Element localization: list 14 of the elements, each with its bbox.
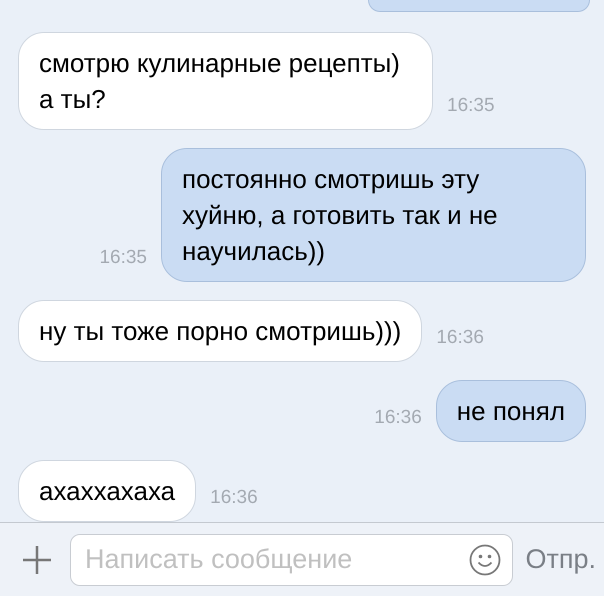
message-input[interactable]: Написать сообщение	[70, 534, 514, 586]
message-bubble: смотрю кулинарные рецепты) а ты?	[18, 32, 433, 130]
send-button[interactable]: Отпр.	[525, 539, 596, 580]
message-bubble: постоянно смотришь эту хуйню, а готовить так и не научилась))	[161, 148, 586, 282]
message-time: 16:35	[99, 246, 147, 270]
message-time: 16:36	[210, 486, 258, 510]
message-time: 16:36	[374, 406, 422, 430]
message-bubble: ахаххахаха	[18, 460, 196, 522]
message-bubble: не понял	[436, 380, 586, 442]
message-bubble: ну ты тоже порно смотришь)))	[18, 300, 422, 362]
message-time: 16:36	[436, 326, 484, 350]
plus-icon[interactable]	[22, 544, 52, 574]
message-time: 16:35	[447, 94, 495, 118]
smiley-icon[interactable]	[469, 544, 502, 576]
